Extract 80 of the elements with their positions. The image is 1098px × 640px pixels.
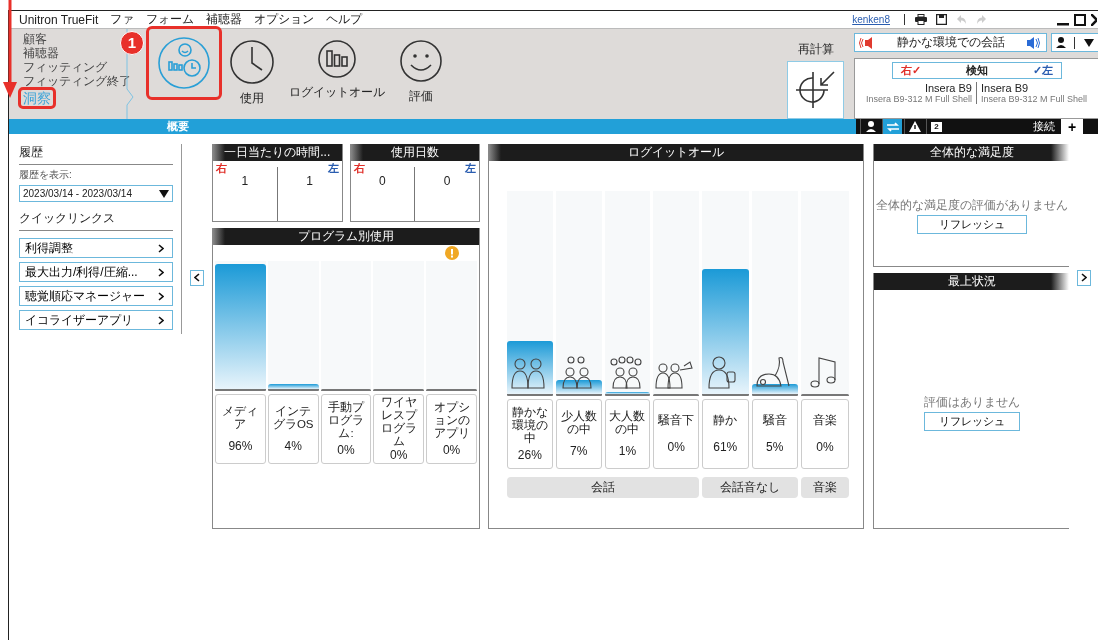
stat-value: 1 (240, 174, 250, 188)
usage-percent: 7% (569, 445, 588, 458)
usage-percent: 61% (713, 440, 738, 454)
menu-item[interactable]: Unitron TrueFit (19, 12, 99, 27)
situation-name: 騒音 (762, 414, 787, 428)
usage-percent: 0% (442, 444, 461, 458)
menu-item[interactable]: ヘルプ (326, 11, 363, 28)
toolbar-button[interactable]: 使用 (225, 35, 279, 111)
date-range-select[interactable]: 2023/03/14 - 2023/03/14 (19, 185, 173, 202)
refresh-button[interactable]: リフレッシュ (916, 215, 1027, 234)
quick-link[interactable]: 利得調整 (19, 238, 173, 258)
right-label: 右 (215, 161, 228, 176)
usage-percent: 0% (390, 448, 408, 462)
empty-message: 評価はありません (923, 394, 1020, 411)
device-name: Insera B9 (924, 82, 972, 94)
usage-percent: 0% (816, 440, 834, 454)
card-header: 全体的な満足度 (874, 144, 1069, 161)
program-select[interactable]: 静かな環境での会話 (854, 33, 1047, 52)
detect-label: 検知 (965, 63, 988, 78)
device-name: Insera B9 (981, 82, 1030, 94)
right-side-label: 右✓ (900, 63, 921, 78)
usage-percent: 96% (228, 440, 253, 453)
nav-item[interactable]: 補聴器 (21, 46, 61, 60)
refresh-button[interactable]: リフレッシュ (923, 412, 1020, 431)
category-label: 会話音なし (702, 477, 798, 498)
nav-item[interactable]: フィッティング (21, 60, 109, 74)
card-header: 使用日数 (350, 144, 479, 161)
user-link[interactable]: kenken8 (852, 14, 890, 25)
menu-item[interactable]: オプション (254, 11, 315, 28)
card-header: ログイットオール (489, 144, 863, 161)
card-header: 最上状況 (874, 273, 1069, 290)
quick-link[interactable]: 聴覚順応マネージャー (19, 286, 173, 306)
recalc-label: 再計算 (797, 41, 834, 58)
card-header: プログラム別使用 (213, 228, 479, 245)
usage-percent: 0% (337, 444, 355, 458)
section-heading: クイックリンクス (19, 210, 173, 231)
toolbar-button[interactable]: ログイットオール (285, 35, 389, 105)
add-button[interactable]: + (1061, 119, 1083, 134)
right-label: 右 (352, 161, 366, 176)
menu-item[interactable]: フォーム (146, 11, 195, 28)
toolbar-button[interactable]: 評価 (395, 35, 447, 109)
field-label: 履歴を表示: (19, 168, 73, 182)
program-name: ワイヤレスプログラム (379, 396, 419, 449)
quick-link[interactable]: イコライザーアプリ (19, 310, 173, 330)
quick-link[interactable]: 最大出力/利得/圧縮... (19, 262, 173, 282)
monitor-icon: 2 (931, 121, 942, 132)
situation-name: 大人数の中 (608, 410, 647, 436)
left-label: 左 (327, 161, 340, 176)
left-label: 左 (465, 161, 477, 176)
device-model: Insera B9-312 M Full Shell (981, 94, 1088, 104)
program-name: インテグラOS (271, 405, 315, 431)
usage-percent: 4% (284, 440, 302, 453)
stat-value: 0 (378, 174, 387, 188)
card-header: 一日当たりの時間... (213, 144, 342, 161)
usage-percent: 26% (517, 449, 542, 463)
usage-percent: 5% (766, 440, 784, 454)
program-name: メディア (221, 405, 260, 431)
left-side-label: ✓左 (1032, 63, 1053, 78)
program-name: オプションのアプリ (432, 400, 471, 440)
situation-name: 静かな環境の中 (510, 405, 549, 445)
stat-value: 0 (442, 174, 452, 188)
section-title: 概要 (167, 119, 189, 134)
situation-name: 静か (713, 414, 738, 428)
menu-item[interactable]: 補聴器 (206, 11, 243, 28)
situation-name: 音楽 (813, 414, 837, 428)
usage-percent: 1% (618, 445, 637, 458)
usage-percent: 0% (667, 440, 685, 454)
situation-name: 騒音下 (658, 414, 695, 428)
nav-item[interactable]: フィッティング終了 (21, 74, 133, 88)
section-heading: 履歴 (19, 144, 173, 165)
nav-item[interactable]: 顧客 (21, 32, 49, 46)
menu-item[interactable]: ファ (110, 11, 135, 28)
connect-label: 接続 (1033, 119, 1055, 134)
device-model: Insera B9-312 M Full Shell (865, 94, 972, 104)
empty-message: 全体的な満足度の評価がありません (875, 197, 1068, 214)
category-label: 音楽 (801, 477, 849, 498)
stat-value: 1 (305, 174, 314, 188)
situation-name: 少人数の中 (559, 410, 598, 436)
program-name: 手動プログラム: (327, 400, 366, 440)
category-label: 会話 (507, 477, 699, 498)
